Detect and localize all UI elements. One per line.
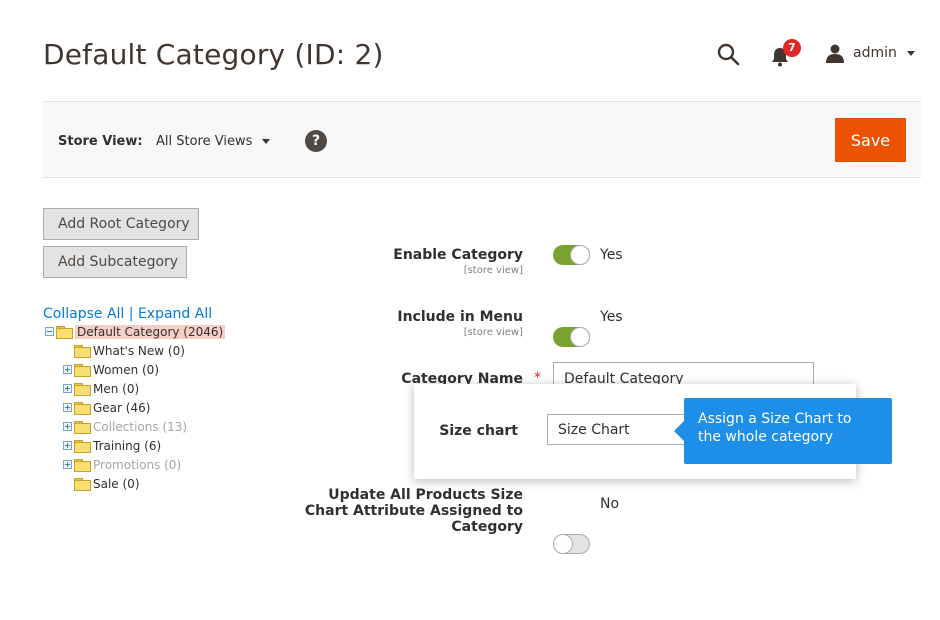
toggle-knob [553,534,573,554]
expand-toggle-icon[interactable] [63,460,72,469]
update-all-value: No [600,496,620,512]
folder-icon [74,420,91,434]
folder-icon [74,363,91,377]
expand-toggle-icon[interactable] [63,422,72,431]
update-all-label-line1: Update All Products Size [328,487,523,503]
folder-icon [74,458,91,472]
tree-node-label[interactable]: What's New (0) [93,344,185,358]
add-subcategory-button[interactable]: Add Subcategory [43,246,187,278]
expand-toggle-icon[interactable] [63,365,72,374]
help-icon[interactable]: ? [305,130,327,152]
user-menu[interactable]: admin [825,42,915,64]
tree-node-label[interactable]: Sale (0) [93,477,140,491]
collapse-toggle-icon[interactable] [45,327,54,336]
enable-category-value: Yes [600,247,623,263]
notifications-button[interactable]: 7 [770,39,804,68]
store-view-switcher[interactable]: All Store Views [156,134,271,149]
enable-category-label: Enable Category [393,247,523,263]
tree-node-label[interactable]: Men (0) [93,382,139,396]
chevron-down-icon [906,50,915,56]
expand-toggle-icon[interactable] [63,441,72,450]
folder-icon [56,325,73,339]
include-in-menu-toggle[interactable] [553,327,590,347]
enable-category-scope: [store view] [463,265,523,276]
tree-node[interactable]: Gear (46) [63,399,150,416]
store-view-bar: Store View: All Store Views ? Save [43,101,921,178]
store-view-label: Store View: [58,134,143,149]
folder-icon [74,477,91,491]
search-icon[interactable] [716,42,740,66]
folder-icon [74,439,91,453]
toggle-knob [570,327,590,347]
folder-icon [74,344,91,358]
tree-node[interactable]: Promotions (0) [63,456,181,473]
enable-category-toggle[interactable] [553,245,590,265]
toggle-knob [570,245,590,265]
tree-node-root[interactable]: Default Category (2046) [45,323,226,340]
tooltip-arrow [674,421,684,441]
user-icon [826,44,844,63]
add-root-category-button[interactable]: Add Root Category [43,208,199,240]
tree-node[interactable]: Men (0) [63,380,139,397]
include-in-menu-value: Yes [600,309,623,325]
update-all-toggle[interactable] [553,534,590,554]
tree-node[interactable]: Sale (0) [74,475,140,492]
tree-node-label[interactable]: Gear (46) [93,401,150,415]
folder-icon [74,382,91,396]
tree-node-label[interactable]: Collections (13) [93,420,187,434]
tree-node-label[interactable]: Default Category (2046) [75,324,226,339]
tree-links-separator: | [128,306,134,322]
tree-node[interactable]: Training (6) [63,437,161,454]
size-chart-label: Size chart [439,423,518,439]
include-in-menu-scope: [store view] [463,327,523,338]
page-title: Default Category (ID: 2) [43,38,384,71]
store-view-selected: All Store Views [156,134,253,149]
tree-node[interactable]: Collections (13) [63,418,187,435]
update-all-label-line2: Chart Attribute Assigned to [304,503,523,519]
size-chart-tooltip: Assign a Size Chart to the whole categor… [684,398,892,464]
expand-toggle-icon[interactable] [63,384,72,393]
include-in-menu-label: Include in Menu [397,309,523,325]
save-button[interactable]: Save [835,118,906,162]
user-name: admin [853,45,897,61]
folder-icon [74,401,91,415]
tree-controls: Collapse All | Expand All [43,306,212,322]
expand-toggle-icon[interactable] [63,403,72,412]
update-all-label-line3: Category [451,519,523,535]
tree-node[interactable]: What's New (0) [74,342,185,359]
tree-node-label[interactable]: Women (0) [93,363,159,377]
collapse-all-link[interactable]: Collapse All [43,306,124,322]
tree-node[interactable]: Women (0) [63,361,159,378]
tree-node-label[interactable]: Training (6) [93,439,161,453]
chevron-down-icon [262,139,271,144]
expand-all-link[interactable]: Expand All [138,306,212,322]
notifications-badge: 7 [783,39,801,57]
tree-node-label[interactable]: Promotions (0) [93,458,181,472]
